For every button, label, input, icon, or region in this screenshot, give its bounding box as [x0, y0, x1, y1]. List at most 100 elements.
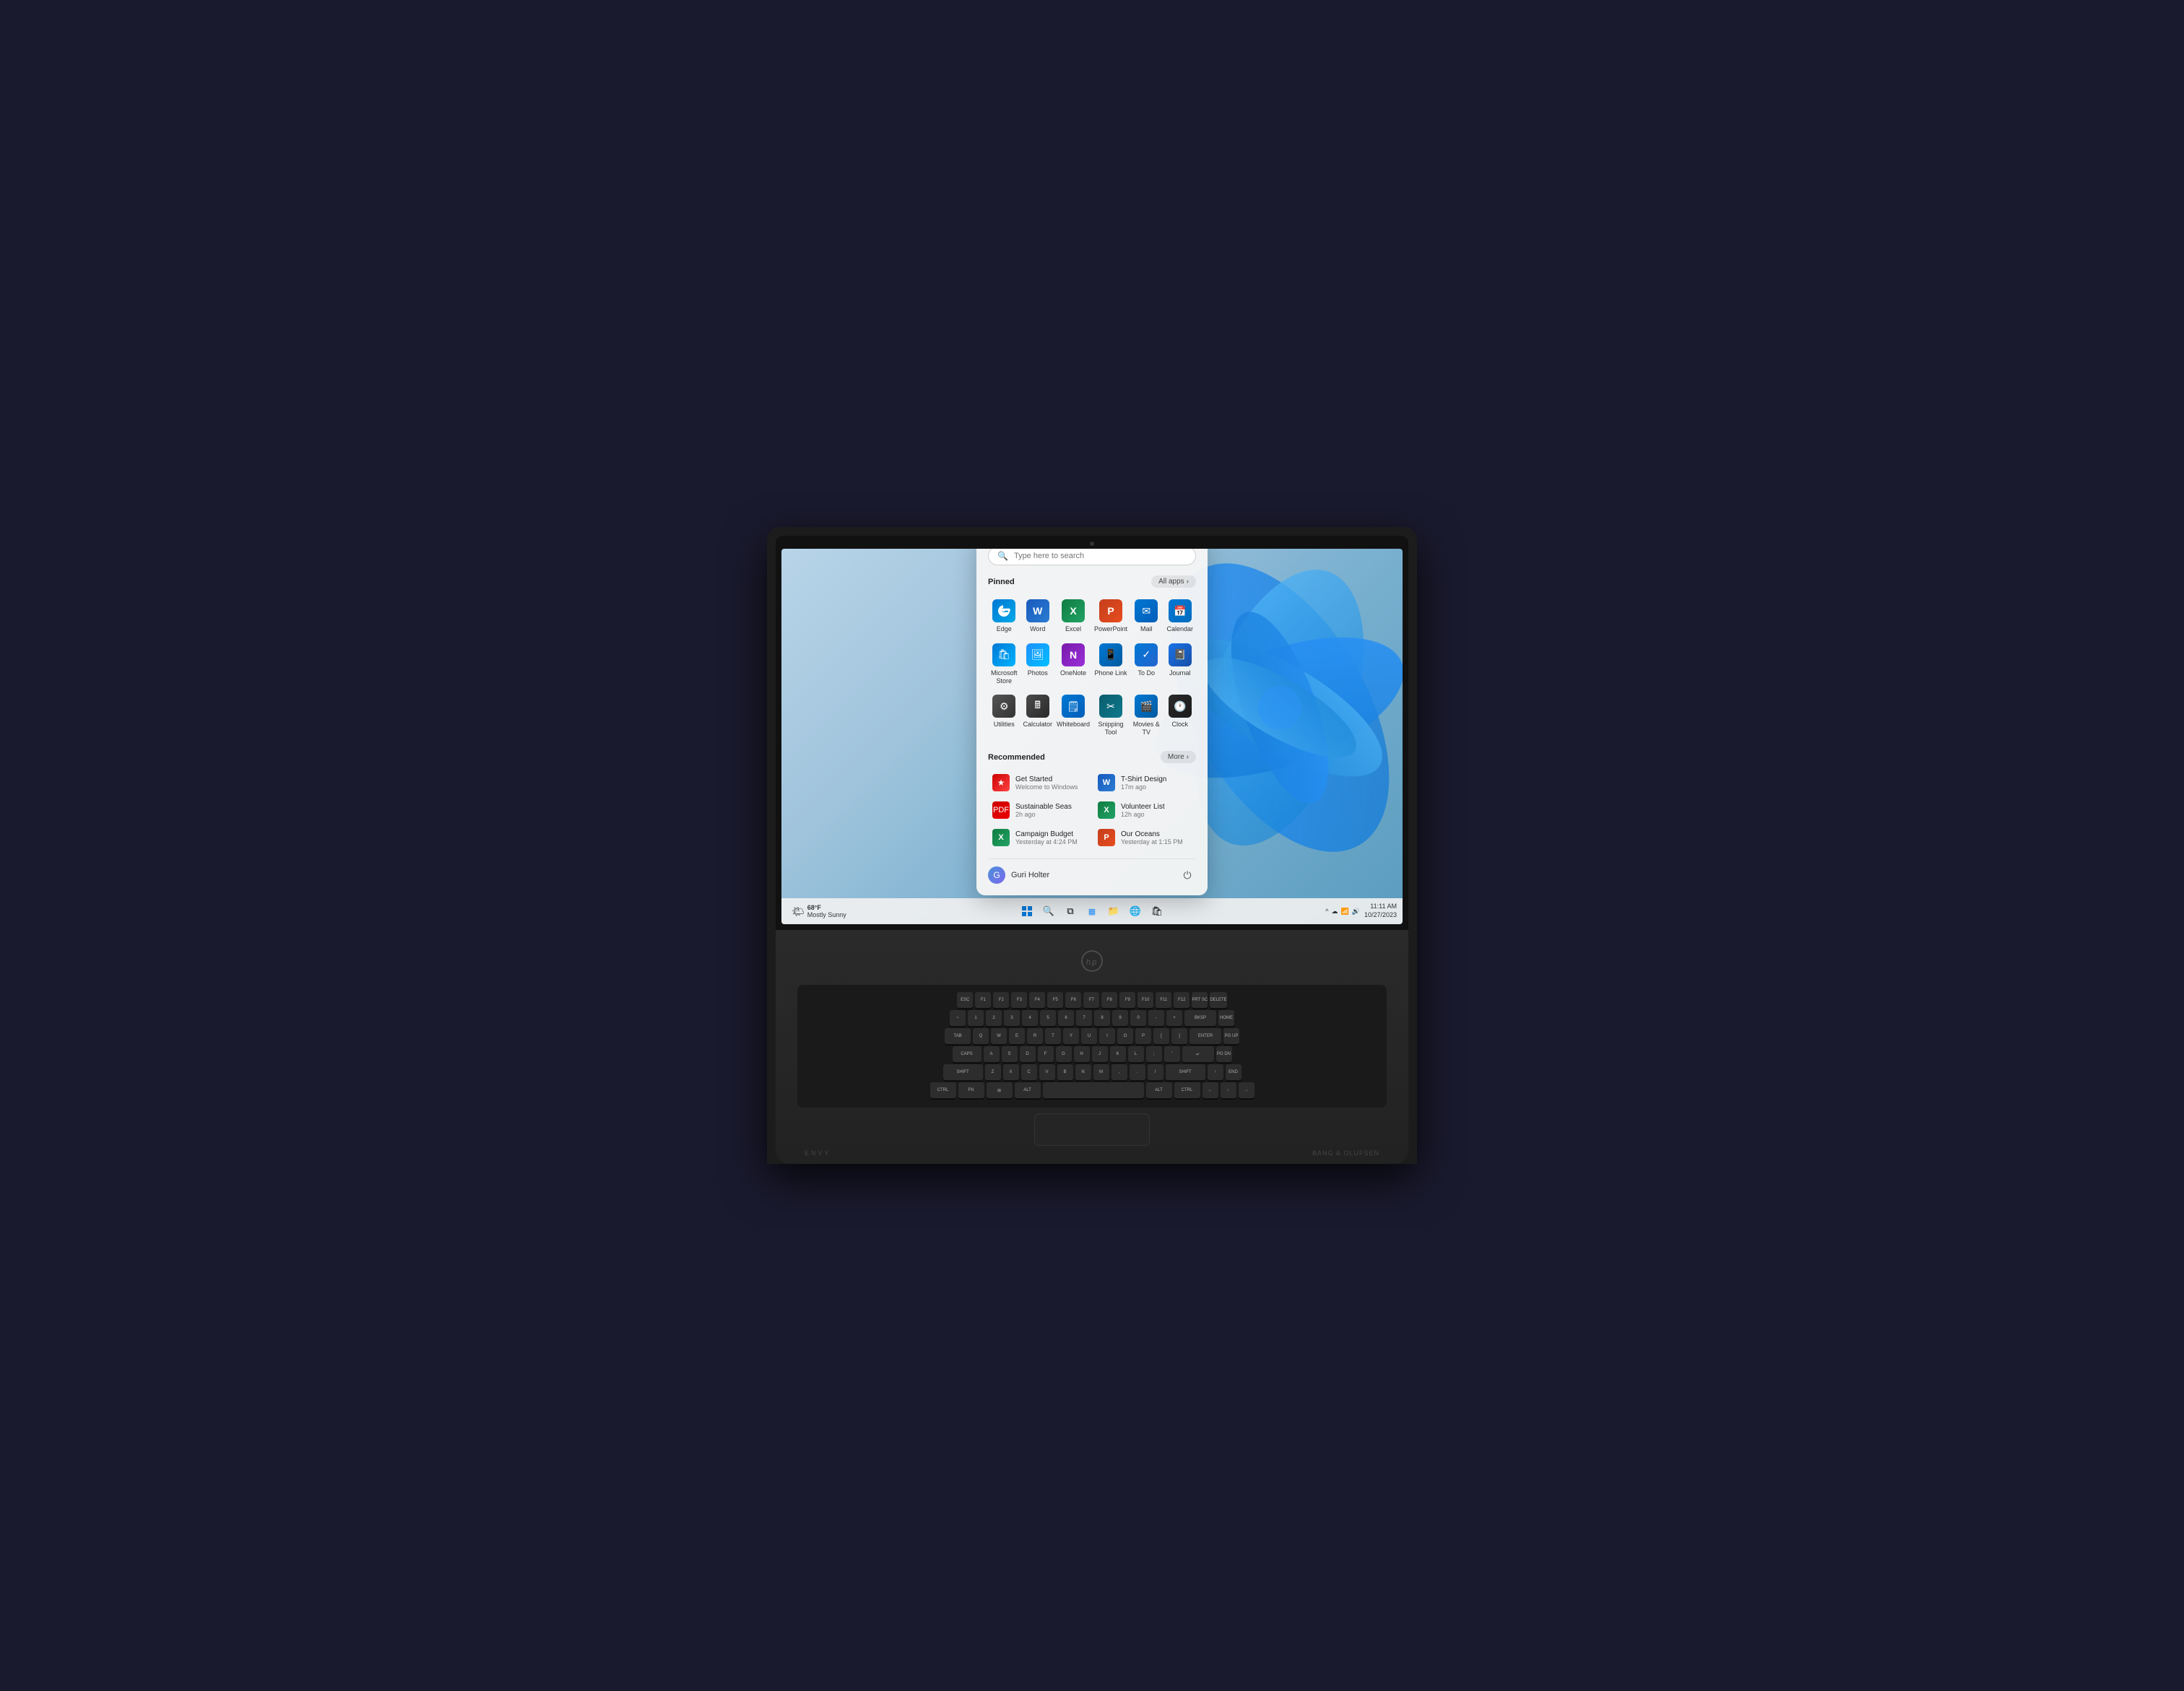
key-esc[interactable]: ESC: [957, 992, 973, 1008]
key-right[interactable]: →: [1239, 1082, 1254, 1098]
widgets-button[interactable]: ▦: [1084, 903, 1100, 919]
key-f[interactable]: F: [1038, 1046, 1054, 1062]
rec-get-started[interactable]: ★ Get Started Welcome to Windows: [988, 770, 1091, 795]
key-w[interactable]: W: [991, 1028, 1007, 1044]
key-b[interactable]: B: [1057, 1064, 1073, 1080]
app-powerpoint[interactable]: P PowerPoint: [1093, 595, 1129, 638]
key-4[interactable]: 4: [1022, 1010, 1038, 1026]
key-up[interactable]: ↑: [1208, 1064, 1223, 1080]
key-c[interactable]: C: [1021, 1064, 1037, 1080]
key-f7[interactable]: F7: [1083, 992, 1099, 1008]
rec-volunteer[interactable]: X Volunteer List 12h ago: [1093, 798, 1196, 822]
key-i[interactable]: I: [1099, 1028, 1115, 1044]
key-6[interactable]: 6: [1058, 1010, 1074, 1026]
key-enter2[interactable]: ↵: [1182, 1046, 1214, 1062]
key-f4[interactable]: F4: [1029, 992, 1045, 1008]
key-f9[interactable]: F9: [1119, 992, 1135, 1008]
key-1[interactable]: 1: [968, 1010, 984, 1026]
app-moviestv[interactable]: 🎬 Movies & TV: [1130, 690, 1162, 741]
key-n[interactable]: N: [1075, 1064, 1091, 1080]
taskbar-store-button[interactable]: 🛍: [1149, 903, 1165, 919]
key-3[interactable]: 3: [1004, 1010, 1020, 1026]
app-clock[interactable]: 🕐 Clock: [1164, 690, 1196, 741]
key-r[interactable]: R: [1027, 1028, 1043, 1044]
key-ctrl[interactable]: CTRL: [930, 1082, 956, 1098]
key-enter[interactable]: ENTER: [1190, 1028, 1221, 1044]
key-7[interactable]: 7: [1076, 1010, 1092, 1026]
key-v[interactable]: V: [1039, 1064, 1055, 1080]
key-period[interactable]: .: [1130, 1064, 1145, 1080]
app-phonelink[interactable]: 📱 Phone Link: [1093, 639, 1129, 690]
rec-tshirt[interactable]: W T-Shirt Design 17m ago: [1093, 770, 1196, 795]
key-f12[interactable]: F12: [1174, 992, 1190, 1008]
key-minus[interactable]: -: [1148, 1010, 1164, 1026]
key-quote[interactable]: ': [1164, 1046, 1180, 1062]
system-clock[interactable]: 11:11 AM 10/27/2023: [1364, 903, 1397, 919]
user-info[interactable]: G Guri Holter: [988, 866, 1049, 884]
taskbar-edge-button[interactable]: 🌐: [1127, 903, 1143, 919]
key-lbracket[interactable]: [: [1153, 1028, 1169, 1044]
taskbar-search-button[interactable]: 🔍: [1041, 903, 1057, 919]
key-u[interactable]: U: [1081, 1028, 1097, 1044]
key-k[interactable]: K: [1110, 1046, 1126, 1062]
search-input[interactable]: [1014, 552, 1187, 560]
key-f11[interactable]: F11: [1156, 992, 1171, 1008]
key-home[interactable]: HOME: [1218, 1010, 1234, 1026]
key-t[interactable]: T: [1045, 1028, 1061, 1044]
key-m[interactable]: M: [1093, 1064, 1109, 1080]
key-plus[interactable]: +: [1166, 1010, 1182, 1026]
app-utilities[interactable]: ⚙ Utilities: [988, 690, 1020, 741]
key-space[interactable]: [1043, 1082, 1144, 1098]
key-h[interactable]: H: [1074, 1046, 1090, 1062]
key-f3[interactable]: F3: [1011, 992, 1027, 1008]
app-excel[interactable]: X Excel: [1055, 595, 1091, 638]
key-down[interactable]: ↓: [1221, 1082, 1236, 1098]
app-word[interactable]: W Word: [1021, 595, 1054, 638]
app-whiteboard[interactable]: 🗒 Whiteboard: [1055, 690, 1091, 741]
key-lshift[interactable]: SHIFT: [943, 1064, 983, 1080]
key-pgup[interactable]: PG UP: [1223, 1028, 1239, 1044]
more-button[interactable]: More ›: [1161, 751, 1196, 763]
key-tab[interactable]: TAB: [945, 1028, 971, 1044]
key-f10[interactable]: F10: [1138, 992, 1153, 1008]
app-photos[interactable]: 🖼 Photos: [1021, 639, 1054, 690]
key-f6[interactable]: F6: [1065, 992, 1081, 1008]
app-mail[interactable]: ✉ Mail: [1130, 595, 1162, 638]
key-delete[interactable]: DELETE: [1210, 992, 1226, 1008]
key-end[interactable]: END: [1226, 1064, 1242, 1080]
key-8[interactable]: 8: [1094, 1010, 1110, 1026]
key-comma[interactable]: ,: [1112, 1064, 1127, 1080]
key-y[interactable]: Y: [1063, 1028, 1079, 1044]
key-win[interactable]: ⊞: [987, 1082, 1013, 1098]
app-edge[interactable]: Edge: [988, 595, 1020, 638]
key-lalt[interactable]: ALT: [1015, 1082, 1041, 1098]
search-bar[interactable]: 🔍: [988, 549, 1196, 565]
key-o[interactable]: O: [1117, 1028, 1133, 1044]
key-f8[interactable]: F8: [1101, 992, 1117, 1008]
app-onenote[interactable]: N OneNote: [1055, 639, 1091, 690]
weather-widget[interactable]: 🌤 68°F Mostly Sunny: [787, 903, 851, 920]
key-slash[interactable]: /: [1148, 1064, 1164, 1080]
key-left[interactable]: ←: [1202, 1082, 1218, 1098]
key-f1[interactable]: F1: [975, 992, 991, 1008]
key-e[interactable]: E: [1009, 1028, 1025, 1044]
app-journal[interactable]: 📓 Journal: [1164, 639, 1196, 690]
task-view-button[interactable]: ⧉: [1062, 903, 1078, 919]
rec-seas[interactable]: PDF Sustainable Seas 2h ago: [988, 798, 1091, 822]
all-apps-button[interactable]: All apps ›: [1151, 575, 1196, 588]
key-9[interactable]: 9: [1112, 1010, 1128, 1026]
key-backtick[interactable]: ~: [950, 1010, 966, 1026]
key-g[interactable]: G: [1056, 1046, 1072, 1062]
app-msstore[interactable]: 🛍 Microsoft Store: [988, 639, 1020, 690]
key-2[interactable]: 2: [986, 1010, 1002, 1026]
key-fn[interactable]: FN: [958, 1082, 984, 1098]
touchpad[interactable]: [1034, 1113, 1150, 1146]
key-j[interactable]: J: [1092, 1046, 1108, 1062]
key-q[interactable]: Q: [973, 1028, 989, 1044]
rec-oceans[interactable]: P Our Oceans Yesterday at 1:15 PM: [1093, 825, 1196, 850]
file-explorer-button[interactable]: 📁: [1106, 903, 1122, 919]
key-a[interactable]: A: [984, 1046, 1000, 1062]
key-rshift[interactable]: SHIFT: [1166, 1064, 1205, 1080]
key-pgdn[interactable]: PG DN: [1216, 1046, 1232, 1062]
key-s[interactable]: S: [1002, 1046, 1018, 1062]
